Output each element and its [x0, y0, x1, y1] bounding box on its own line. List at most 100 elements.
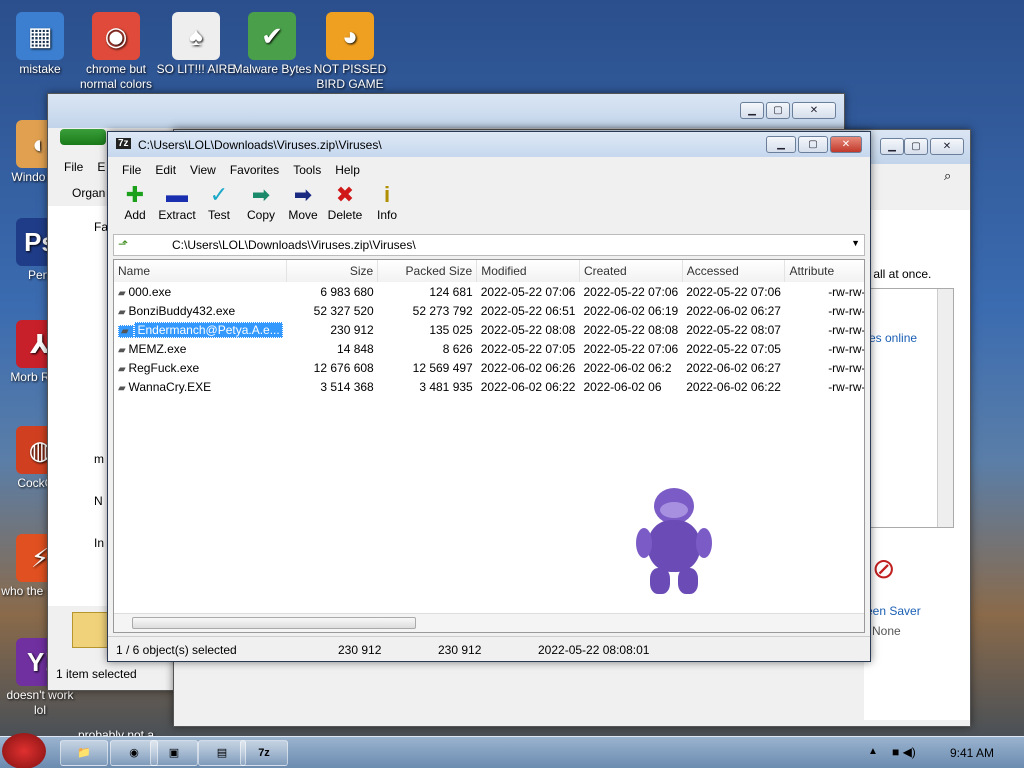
taskbar-control-panel[interactable]: ▤: [198, 740, 246, 766]
tree-item[interactable]: In: [94, 536, 104, 550]
file-list: Name Size Packed Size Modified Created Access…: [113, 259, 865, 633]
file-name: ▰ RegFuck.exe: [114, 358, 287, 377]
menu-item[interactable]: Tools: [293, 163, 321, 177]
table-row[interactable]: ▰ BonziBuddy432.exe 52 327 520 52 273 792 2…: [114, 301, 864, 320]
column-header[interactable]: Attribute: [784, 260, 864, 282]
desktop-icon[interactable]: ♠ SO LIT!!! AIRE: [156, 4, 236, 77]
desktop-icon-label: Malware Bytes: [232, 62, 312, 76]
close-button[interactable]: ✕: [830, 136, 862, 153]
bonzi-buddy[interactable]: [636, 488, 712, 598]
maximize-button[interactable]: ▢: [798, 136, 828, 153]
file-modified: 2022-05-22 08:08: [480, 322, 576, 337]
toolbar-test-button[interactable]: ✓ Test: [197, 182, 241, 232]
explorer-titlebar[interactable]: ▁ ▢ ✕: [48, 94, 844, 128]
desktop-icon-label: SO LIT!!! AIRE: [156, 62, 236, 76]
file-packed: 135 025: [429, 322, 473, 337]
search-icon[interactable]: ⌕: [944, 168, 951, 184]
folder-icon: [72, 612, 108, 648]
tree-item[interactable]: N: [94, 494, 103, 508]
toolbar-add-button[interactable]: ✚ Add: [113, 182, 157, 232]
table-row[interactable]: ▰ 000.exe 6 983 680 124 681 2022-05-22 07:0…: [114, 282, 864, 301]
delete-icon: ✖: [335, 182, 355, 207]
menu-item[interactable]: Help: [335, 163, 360, 177]
column-header[interactable]: Created: [579, 260, 683, 282]
column-header[interactable]: Packed Size: [377, 260, 478, 282]
close-button[interactable]: ✕: [930, 138, 964, 155]
file-modified: 2022-05-22 07:05: [480, 341, 576, 356]
cp-body: r all at once. es online ⊘ een Saver Non…: [864, 210, 970, 720]
file-name-text: 000.exe: [128, 284, 172, 299]
toolbar-move-button[interactable]: ➡ Move: [281, 182, 325, 232]
file-attr: -rw-rw--: [828, 360, 864, 375]
menu-item[interactable]: Favorites: [230, 163, 279, 177]
minimize-button[interactable]: ▁: [880, 138, 904, 155]
toolbar-copy-button[interactable]: ➡ Copy: [239, 182, 283, 232]
column-header[interactable]: Modified: [476, 260, 580, 282]
column-header[interactable]: Accessed: [682, 260, 786, 282]
menu-file[interactable]: File: [64, 160, 83, 174]
taskbar-explorer[interactable]: 📁: [60, 740, 108, 766]
tray-expand-icon[interactable]: ▲: [868, 746, 878, 757]
scrollbar[interactable]: [937, 289, 953, 527]
close-button[interactable]: ✕: [792, 102, 836, 119]
start-button[interactable]: [2, 733, 46, 768]
tree-item[interactable]: Fa: [94, 220, 108, 234]
clock[interactable]: 9:41 AM: [950, 746, 994, 760]
column-header[interactable]: Name: [114, 260, 288, 282]
taskbar-7zip[interactable]: 7z: [240, 740, 288, 766]
desktop-icon[interactable]: ✔ Malware Bytes: [232, 4, 312, 77]
info-icon: i: [383, 182, 391, 207]
tray-icons[interactable]: ■ ◀): [892, 745, 936, 759]
menu-edit[interactable]: E: [97, 160, 105, 174]
file-accessed: 2022-06-02 06:27: [686, 303, 781, 318]
screensaver-label[interactable]: een Saver: [866, 604, 921, 618]
table-row[interactable]: ▰ MEMZ.exe 14 848 8 626 2022-05-22 07:05 202…: [114, 339, 864, 358]
maximize-button[interactable]: ▢: [766, 102, 790, 119]
menu-item[interactable]: View: [190, 163, 216, 177]
status-selection: 1 / 6 object(s) selected: [116, 643, 237, 657]
minimize-button[interactable]: ▁: [740, 102, 764, 119]
exe-file-icon: ▰: [118, 344, 129, 356]
file-name: ▰ WannaCry.EXE: [114, 377, 287, 396]
table-row[interactable]: ▰ RegFuck.exe 12 676 608 12 569 497 2022-06…: [114, 358, 864, 377]
toolbar-label: Extract: [158, 208, 196, 222]
file-name: ▰ Endermanch@Petya.A.e...: [114, 320, 287, 339]
scroll-thumb[interactable]: [132, 617, 416, 629]
taskbar-app[interactable]: ▣: [150, 740, 198, 766]
toolbar-delete-button[interactable]: ✖ Delete: [323, 182, 367, 232]
up-folder-icon[interactable]: ⬏: [118, 237, 128, 251]
toolbar-label: Copy: [246, 208, 275, 222]
screensaver-icon[interactable]: ⊘: [872, 552, 895, 585]
maximize-button[interactable]: ▢: [904, 138, 928, 155]
table-row[interactable]: ▰ WannaCry.EXE 3 514 368 3 481 935 2022-06-…: [114, 377, 864, 396]
file-accessed: 2022-05-22 07:06: [686, 284, 781, 299]
file-created: 2022-05-22 08:08: [583, 322, 679, 337]
toolbar-info-button[interactable]: i Info: [365, 182, 409, 232]
desktop-icon[interactable]: ▦ mistake: [0, 4, 80, 77]
column-header[interactable]: Size: [286, 260, 379, 282]
file-size: 14 848: [337, 341, 374, 356]
7zip-status-bar: 1 / 6 object(s) selected 230 912 230 912…: [108, 636, 870, 661]
file-attr: -rw-rw--: [828, 303, 864, 318]
menu-item[interactable]: File: [122, 163, 141, 177]
organize-button[interactable]: Organ: [72, 186, 105, 200]
desktop-icon[interactable]: ◕ NOT PISSED BIRD GAME: [310, 4, 390, 92]
file-size: 12 676 608: [313, 360, 374, 375]
file-modified: 2022-06-02 06:26: [480, 360, 576, 375]
table-row[interactable]: ▰ Endermanch@Petya.A.e... 230 912 135 025 2…: [114, 320, 864, 339]
file-packed: 52 273 792: [412, 303, 473, 318]
address-bar[interactable]: ⬏ C:\Users\LOL\Downloads\Viruses.zip\Vir…: [113, 234, 865, 256]
minimize-button[interactable]: ▁: [766, 136, 796, 153]
toolbar-extract-button[interactable]: ▬ Extract: [155, 182, 199, 232]
desktop-icon[interactable]: ◉ chrome but normal colors: [76, 4, 156, 92]
chevron-down-icon[interactable]: ▼: [851, 238, 860, 248]
7zip-titlebar[interactable]: 7z C:\Users\LOL\Downloads\Viruses.zip\Vi…: [108, 132, 870, 157]
tree-item[interactable]: m: [94, 452, 104, 466]
move-icon: ➡: [293, 182, 313, 207]
nav-arrows[interactable]: [60, 129, 106, 145]
cp-text: r all at once.: [866, 267, 932, 281]
status-packed: 230 912: [438, 643, 482, 657]
cp-link[interactable]: es online: [869, 331, 917, 345]
menu-item[interactable]: Edit: [155, 163, 176, 177]
horizontal-scrollbar[interactable]: [114, 613, 864, 632]
